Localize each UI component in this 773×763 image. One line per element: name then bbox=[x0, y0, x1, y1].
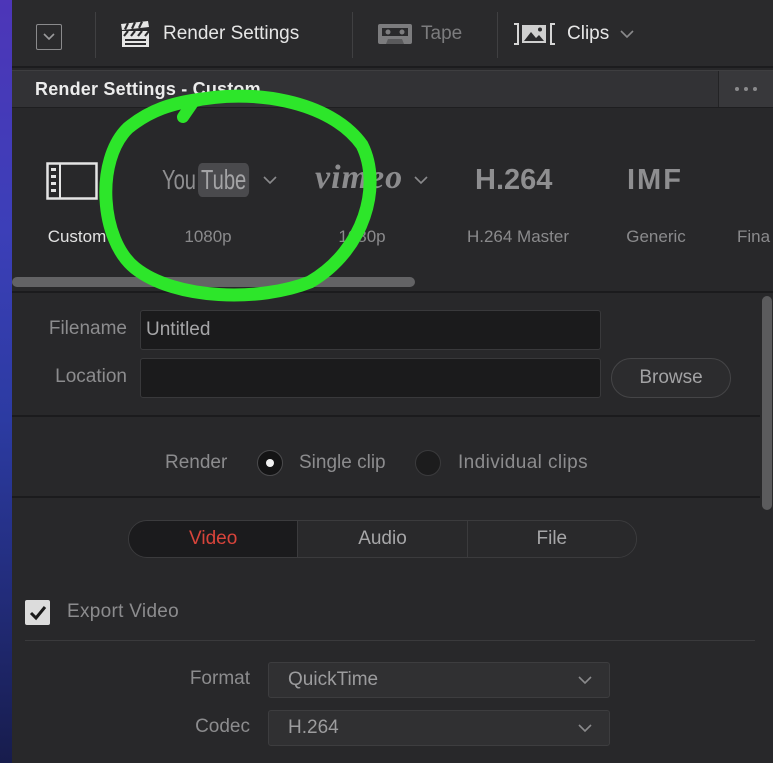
single-clip-radio[interactable] bbox=[257, 450, 283, 476]
chevron-down-icon bbox=[43, 33, 55, 41]
format-value: QuickTime bbox=[288, 669, 379, 690]
more-options-button[interactable] bbox=[718, 71, 773, 107]
single-clip-label[interactable]: Single clip bbox=[299, 452, 386, 474]
more-options-icon bbox=[735, 87, 757, 91]
film-icon bbox=[46, 162, 98, 200]
render-settings-tab-label: Render Settings bbox=[163, 23, 300, 44]
tab-file[interactable]: File bbox=[466, 521, 636, 557]
radio-dot bbox=[266, 459, 274, 467]
export-video-label[interactable]: Export Video bbox=[67, 601, 179, 623]
preset-custom[interactable] bbox=[46, 162, 98, 205]
clips-bin-icon bbox=[514, 23, 555, 45]
toolbar-divider bbox=[497, 12, 498, 58]
location-field[interactable] bbox=[140, 358, 601, 398]
tape-tab[interactable]: Tape bbox=[377, 16, 462, 52]
section-divider bbox=[12, 496, 760, 498]
panel-menu-button[interactable] bbox=[36, 24, 62, 50]
section-divider bbox=[25, 640, 755, 641]
radio-dot bbox=[424, 459, 432, 467]
format-label: Format bbox=[189, 668, 250, 689]
preset-label-youtube[interactable]: 1080p bbox=[148, 227, 268, 247]
preset-label-vimeo[interactable]: 1080p bbox=[302, 227, 422, 247]
chevron-down-icon bbox=[620, 29, 634, 38]
preset-label-h264[interactable]: H.264 Master bbox=[458, 227, 578, 247]
codec-label: Codec bbox=[195, 716, 250, 737]
settings-tab-bar: Video Audio File bbox=[128, 520, 637, 558]
chevron-down-icon[interactable] bbox=[263, 176, 277, 185]
vertical-scrollbar[interactable] bbox=[762, 296, 772, 510]
preset-label-custom[interactable]: Custom bbox=[17, 227, 137, 247]
preset-youtube-logo[interactable]: You Tube bbox=[162, 163, 250, 197]
export-video-checkbox[interactable] bbox=[25, 600, 50, 625]
filename-field[interactable]: Untitled bbox=[140, 310, 601, 350]
browse-button[interactable]: Browse bbox=[611, 358, 731, 398]
preset-vimeo-logo[interactable]: vimeo bbox=[315, 158, 403, 198]
preset-imf-logo[interactable]: IMF bbox=[627, 161, 683, 199]
tape-icon bbox=[378, 24, 412, 44]
toolbar-divider bbox=[95, 12, 96, 58]
toolbar-divider bbox=[352, 12, 353, 58]
chevron-down-icon bbox=[578, 724, 592, 733]
render-settings-tab[interactable]: Render Settings bbox=[119, 16, 299, 52]
preset-h264-logo[interactable]: H.264 bbox=[475, 161, 552, 199]
codec-value: H.264 bbox=[288, 717, 339, 738]
individual-clips-label[interactable]: Individual clips bbox=[458, 452, 588, 474]
section-divider bbox=[12, 291, 773, 293]
chevron-down-icon[interactable] bbox=[414, 176, 428, 185]
clips-tab[interactable]: Clips bbox=[513, 16, 634, 52]
checkmark-icon bbox=[29, 605, 46, 620]
render-mode-label: Render bbox=[165, 452, 228, 473]
chevron-down-icon bbox=[578, 676, 592, 685]
tape-tab-label: Tape bbox=[421, 23, 463, 44]
preset-horizontal-scrollbar[interactable] bbox=[12, 277, 415, 287]
panel-header: Render Settings - Custom bbox=[12, 70, 773, 108]
youtube-logo-you: You bbox=[162, 164, 197, 195]
individual-clips-radio[interactable] bbox=[415, 450, 441, 476]
filename-label: Filename bbox=[48, 318, 127, 339]
top-toolbar: Render Settings Tape Clips bbox=[12, 0, 773, 68]
format-select[interactable]: QuickTime bbox=[268, 662, 610, 698]
location-label: Location bbox=[55, 366, 127, 387]
clips-tab-label: Clips bbox=[567, 23, 610, 44]
preset-label-final[interactable]: Fina bbox=[737, 227, 773, 247]
panel-title: Render Settings - Custom bbox=[35, 79, 261, 99]
youtube-logo-tube: Tube bbox=[198, 163, 250, 197]
tab-video[interactable]: Video bbox=[129, 521, 298, 557]
clapperboard-icon bbox=[121, 20, 150, 47]
codec-select[interactable]: H.264 bbox=[268, 710, 610, 746]
section-divider bbox=[12, 415, 760, 417]
tab-audio[interactable]: Audio bbox=[297, 521, 467, 557]
preset-label-imf[interactable]: Generic bbox=[596, 227, 716, 247]
